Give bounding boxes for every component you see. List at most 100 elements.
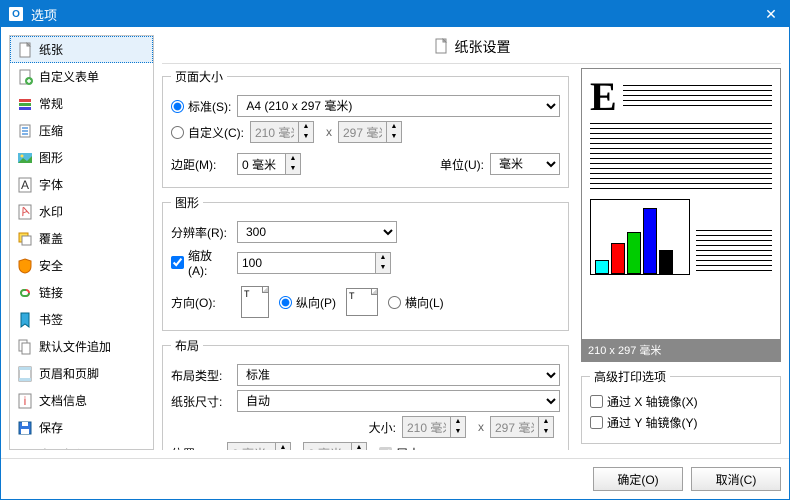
sidebar-item-label: 链接 [39, 284, 63, 301]
form-icon [17, 69, 33, 85]
advanced-legend: 高级打印选项 [590, 368, 670, 385]
email-icon [17, 447, 33, 451]
sidebar-item-overlay[interactable]: 覆盖 [10, 225, 153, 252]
margin-label: 边距(M): [171, 156, 231, 173]
svg-text:A: A [21, 178, 29, 192]
sidebar-item-email[interactable]: 电子邮件 [10, 441, 153, 450]
portrait-radio[interactable]: 纵向(P) [279, 294, 336, 311]
sidebar-item-docinfo[interactable]: i 文档信息 [10, 387, 153, 414]
sidebar-item-links[interactable]: 链接 [10, 279, 153, 306]
unit-label: 单位(U): [440, 156, 484, 173]
font-icon: A [17, 177, 33, 193]
layout-group: 布局 布局类型: 标准 纸张尺寸: 自动 大小: [162, 337, 569, 450]
sidebar[interactable]: 纸张 自定义表单 常规 压缩 图形 A 字体 A [9, 35, 154, 450]
layout-legend: 布局 [171, 337, 203, 354]
resolution-label: 分辨率(R): [171, 224, 231, 241]
layout-type-label: 布局类型: [171, 367, 231, 384]
sidebar-item-bookmarks[interactable]: 书签 [10, 306, 153, 333]
sidebar-item-graphics[interactable]: 图形 [10, 144, 153, 171]
portrait-icon: T [241, 286, 269, 318]
sidebar-item-form[interactable]: 自定义表单 [10, 63, 153, 90]
sidebar-item-font[interactable]: A 字体 [10, 171, 153, 198]
layout-size-h-spinner[interactable]: ▲▼ [490, 416, 560, 438]
sidebar-item-compress[interactable]: 压缩 [10, 117, 153, 144]
size-label: 大小: [369, 419, 396, 436]
preview-chart-icon [595, 204, 685, 274]
save-icon [17, 420, 33, 436]
custom-width-spinner[interactable]: ▲▼ [250, 121, 320, 143]
sidebar-item-label: 书签 [39, 311, 63, 328]
headerfooter-icon [17, 366, 33, 382]
preview-footer: 210 x 297 毫米 [582, 339, 780, 361]
sidebar-item-label: 页眉和页脚 [39, 365, 99, 382]
append-icon [17, 339, 33, 355]
papersize-label: 纸张尺寸: [171, 393, 231, 410]
options-dialog: O 选项 ✕ 纸张 自定义表单 常规 压缩 图形 [0, 0, 790, 500]
landscape-radio[interactable]: 横向(L) [388, 294, 444, 311]
app-logo-icon: O [9, 7, 23, 21]
sidebar-item-label: 图形 [39, 149, 63, 166]
sidebar-item-label: 水印 [39, 203, 63, 220]
sidebar-item-label: 字体 [39, 176, 63, 193]
titlebar: O 选项 ✕ [1, 1, 789, 27]
orient-label: 方向(O): [171, 294, 231, 311]
layout-type-select[interactable]: 标准 [237, 364, 560, 386]
sidebar-item-headerfooter[interactable]: 页眉和页脚 [10, 360, 153, 387]
watermark-icon: A [17, 204, 33, 220]
custom-height-spinner[interactable]: ▲▼ [338, 121, 408, 143]
page-size-legend: 页面大小 [171, 68, 227, 85]
scale-check[interactable]: 缩放(A): [171, 247, 231, 278]
sidebar-item-append[interactable]: 默认文件追加 [10, 333, 153, 360]
sidebar-item-save[interactable]: 保存 [10, 414, 153, 441]
sidebar-item-watermark[interactable]: A 水印 [10, 198, 153, 225]
layout-size-w-spinner[interactable]: ▲▼ [402, 416, 472, 438]
pos-label: 位置: [171, 445, 221, 451]
mirror-y-check[interactable]: 通过 Y 轴镜像(Y) [590, 414, 697, 431]
sidebar-item-label: 安全 [39, 257, 63, 274]
ok-button[interactable]: 确定(O) [593, 467, 683, 491]
custom-radio[interactable]: 自定义(C): [171, 124, 244, 141]
sidebar-item-security[interactable]: 安全 [10, 252, 153, 279]
main-title: 纸张设置 [455, 37, 511, 57]
sidebar-item-label: 文档信息 [39, 392, 87, 409]
advanced-group: 高级打印选项 通过 X 轴镜像(X) 通过 Y 轴镜像(Y) [581, 368, 781, 444]
pos-y-spinner[interactable]: ▲▼ [303, 442, 373, 450]
standard-select[interactable]: A4 (210 x 297 毫米) [237, 95, 560, 117]
unit-select[interactable]: 毫米 [490, 153, 560, 175]
close-button[interactable]: ✕ [761, 6, 781, 23]
center-check[interactable]: 居中 [379, 445, 420, 451]
sidebar-item-label: 覆盖 [39, 230, 63, 247]
docinfo-icon: i [17, 393, 33, 409]
page-size-group: 页面大小 标准(S): A4 (210 x 297 毫米) 自定义(C): ▲▼… [162, 68, 569, 188]
preview-e-glyph: E [590, 77, 617, 117]
link-icon [17, 285, 33, 301]
paper-icon [433, 38, 449, 57]
sidebar-item-label: 默认文件追加 [39, 338, 111, 355]
sidebar-item-label: 保存 [39, 419, 63, 436]
margin-spinner[interactable]: ▲▼ [237, 153, 307, 175]
sidebar-item-label: 常规 [39, 95, 63, 112]
mirror-x-check[interactable]: 通过 X 轴镜像(X) [590, 393, 698, 410]
sidebar-item-label: 自定义表单 [39, 68, 99, 85]
svg-text:i: i [24, 394, 27, 408]
sidebar-item-label: 压缩 [39, 122, 63, 139]
main-header: 纸张设置 [162, 35, 781, 64]
footer: 确定(O) 取消(C) [1, 458, 789, 499]
compress-icon [17, 123, 33, 139]
cancel-button[interactable]: 取消(C) [691, 467, 781, 491]
sidebar-item-general[interactable]: 常规 [10, 90, 153, 117]
papersize-select[interactable]: 自动 [237, 390, 560, 412]
sidebar-item-label: 纸张 [39, 41, 63, 58]
resolution-select[interactable]: 300 [237, 221, 397, 243]
graphics-group: 图形 分辨率(R): 300 缩放(A): ▲▼ 方向(O): T 纵 [162, 194, 569, 331]
sidebar-item-paper[interactable]: 纸张 [10, 36, 153, 63]
scale-spinner[interactable]: ▲▼ [237, 252, 397, 274]
shield-icon [17, 258, 33, 274]
graphics-icon [17, 150, 33, 166]
bookmark-icon [17, 312, 33, 328]
standard-radio[interactable]: 标准(S): [171, 98, 231, 115]
pos-x-spinner[interactable]: ▲▼ [227, 442, 297, 450]
general-icon [17, 96, 33, 112]
overlay-icon [17, 231, 33, 247]
graphics-legend: 图形 [171, 194, 203, 211]
